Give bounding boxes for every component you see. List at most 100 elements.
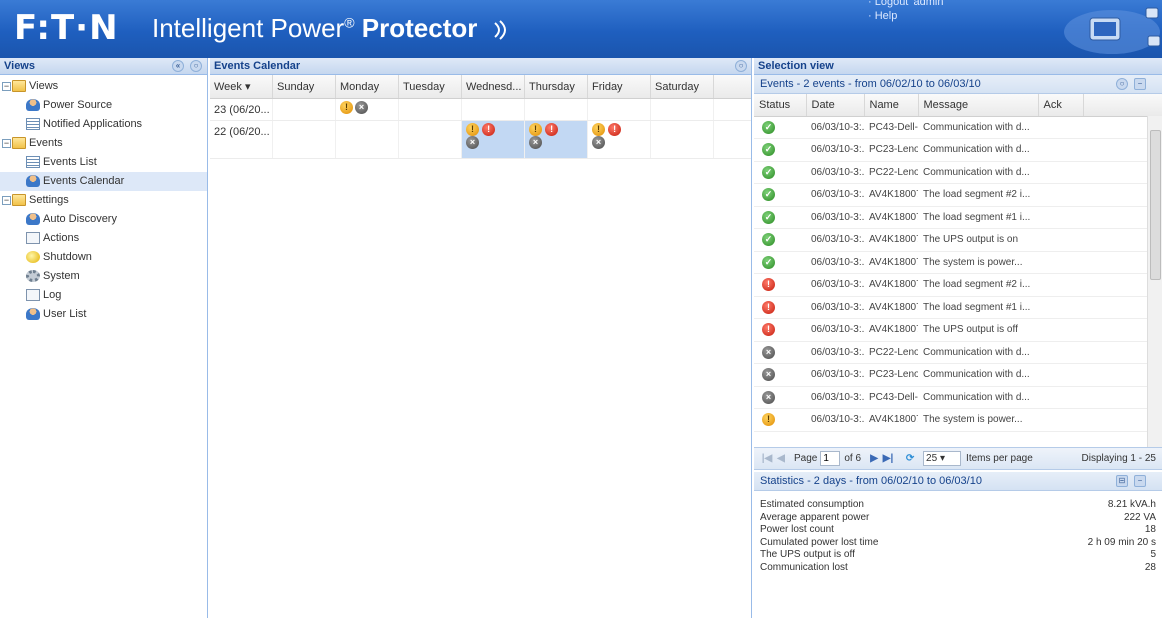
col-date-header[interactable]: Date (806, 94, 865, 117)
day-cell[interactable] (336, 121, 399, 158)
event-row[interactable]: ! 06/03/10-3:...AV4K18007The UPS output i… (754, 318, 1162, 342)
col-monday-header[interactable]: Monday (336, 75, 399, 98)
prev-page-icon[interactable]: ◀ (774, 453, 788, 464)
day-cell[interactable] (273, 99, 336, 120)
day-cell[interactable] (462, 99, 525, 120)
collapse-toggle-icon[interactable]: − (2, 196, 11, 205)
ack-cell[interactable] (1038, 183, 1083, 207)
col-wednesday-header[interactable]: Wednesd... (462, 75, 525, 98)
items-per-page-label: Items per page (966, 453, 1033, 464)
event-row[interactable]: ✓ 06/03/10-3:...PC43-Dell-S...Communicati… (754, 116, 1162, 139)
tree-node-views[interactable]: − Views (0, 77, 207, 96)
help-link[interactable]: · Help (868, 9, 946, 23)
collapse-toggle-icon[interactable]: − (2, 82, 11, 91)
last-page-icon[interactable]: ▶| (881, 453, 895, 464)
ack-cell[interactable] (1038, 273, 1083, 297)
ack-cell[interactable] (1038, 318, 1083, 342)
panel-options-icon[interactable]: ○ (735, 60, 747, 72)
col-thursday-header[interactable]: Thursday (525, 75, 588, 98)
col-status-header[interactable]: Status (754, 94, 807, 117)
tree-node-events[interactable]: − Events (0, 134, 207, 153)
ack-cell[interactable] (1038, 228, 1083, 252)
col-ack-header[interactable]: Ack (1038, 94, 1084, 117)
first-page-icon[interactable]: |◀ (760, 453, 774, 464)
critical-status-icon: ! (762, 300, 775, 314)
scroll-thumb[interactable] (1150, 130, 1161, 280)
day-cell-monday[interactable]: ! × (336, 99, 399, 120)
page-number-input[interactable] (820, 451, 841, 466)
calendar-panel-title: Events Calendar ○ (210, 58, 751, 75)
ack-cell[interactable] (1038, 408, 1083, 432)
minimize-icon[interactable]: − (1134, 475, 1146, 487)
event-row[interactable]: ! 06/03/10-3:...AV4K18007The load segment… (754, 273, 1162, 297)
day-cell-friday[interactable]: ! ! × (588, 121, 651, 158)
ack-cell[interactable] (1038, 386, 1083, 409)
page-size-select[interactable]: 25 ▾ (923, 451, 962, 466)
options-icon[interactable]: ○ (1116, 78, 1128, 90)
tree-label: Events (29, 137, 63, 149)
ack-cell[interactable] (1038, 251, 1083, 274)
day-cell[interactable] (651, 99, 714, 120)
event-row[interactable]: × 06/03/10-3:...PC23-Leno-...Communicatio… (754, 363, 1162, 387)
tree-node-settings[interactable]: − Settings (0, 191, 207, 210)
tree-item-power-source[interactable]: Power Source (0, 96, 207, 115)
tree-item-auto-discovery[interactable]: Auto Discovery (0, 210, 207, 229)
tree-item-shutdown[interactable]: Shutdown (0, 248, 207, 267)
collapse-icon[interactable]: « (172, 60, 184, 72)
next-page-icon[interactable]: ▶ (867, 453, 881, 464)
event-row[interactable]: ✓ 06/03/10-3:...AV4K18007The UPS output i… (754, 228, 1162, 252)
tree-item-system[interactable]: System (0, 267, 207, 286)
col-message-header[interactable]: Message (918, 94, 1039, 117)
collapse-toggle-icon[interactable]: − (2, 139, 11, 148)
day-cell[interactable] (588, 99, 651, 120)
col-name-header[interactable]: Name (864, 94, 919, 117)
event-row[interactable]: ✓ 06/03/10-3:...AV4K18007The load segment… (754, 183, 1162, 207)
tree-item-events-calendar[interactable]: Events Calendar (0, 172, 207, 191)
events-scrollbar[interactable] (1147, 116, 1162, 447)
tree-item-notified-applications[interactable]: Notified Applications (0, 115, 207, 134)
ack-cell[interactable] (1038, 341, 1083, 364)
col-saturday-header[interactable]: Saturday (651, 75, 714, 98)
event-row[interactable]: ! 06/03/10-3:...AV4K18007The system is po… (754, 408, 1162, 432)
event-row[interactable]: ✓ 06/03/10-3:...PC23-Leno-...Communicatio… (754, 138, 1162, 162)
stat-row: Communication lost 28 (760, 562, 1156, 575)
critical-icon: ! (482, 123, 496, 136)
calendar-week-row[interactable]: 23 (06/20... ! × (210, 99, 751, 121)
day-cell[interactable] (651, 121, 714, 158)
calendar-week-row[interactable]: 22 (06/20... ! ! × ! ! × ! ! × (210, 121, 751, 159)
ack-cell[interactable] (1038, 363, 1083, 387)
ack-cell[interactable] (1038, 138, 1083, 162)
col-friday-header[interactable]: Friday (588, 75, 651, 98)
day-cell[interactable] (399, 121, 462, 158)
ack-cell[interactable] (1038, 206, 1083, 229)
day-cell[interactable] (273, 121, 336, 158)
tree-item-actions[interactable]: Actions (0, 229, 207, 248)
header-links: · Logout 'admin' · Help (868, 0, 946, 23)
event-row[interactable]: ✓ 06/03/10-3:...PC22-Leno-...Communicatio… (754, 161, 1162, 184)
col-week-header[interactable]: Week ▾ (210, 75, 273, 98)
stat-row: Estimated consumption 8.21 kVA.h (760, 499, 1156, 512)
day-cell[interactable] (399, 99, 462, 120)
event-row[interactable]: ✓ 06/03/10-3:...AV4K18007The system is po… (754, 251, 1162, 274)
day-cell-thursday[interactable]: ! ! × (525, 121, 588, 158)
panel-options-icon[interactable]: ○ (190, 60, 202, 72)
day-cell[interactable] (525, 99, 588, 120)
event-row[interactable]: × 06/03/10-3:...PC22-Leno-...Communicatio… (754, 341, 1162, 364)
ack-cell[interactable] (1038, 116, 1083, 139)
restore-icon[interactable]: ⊟ (1116, 475, 1128, 487)
tree-item-log[interactable]: Log (0, 286, 207, 305)
minimize-icon[interactable]: − (1134, 78, 1146, 90)
event-row[interactable]: ! 06/03/10-3:...AV4K18007The load segment… (754, 296, 1162, 319)
col-sunday-header[interactable]: Sunday (273, 75, 336, 98)
tree-item-user-list[interactable]: User List (0, 305, 207, 324)
event-row[interactable]: × 06/03/10-3:...PC43-Dell-S...Communicati… (754, 386, 1162, 409)
logout-link[interactable]: · Logout 'admin' (868, 0, 946, 9)
day-cell-wednesday[interactable]: ! ! × (462, 121, 525, 158)
tree-item-events-list[interactable]: Events List (0, 153, 207, 172)
refresh-icon[interactable]: ⟳ (903, 453, 917, 464)
ack-cell[interactable] (1038, 161, 1083, 184)
col-tuesday-header[interactable]: Tuesday (399, 75, 462, 98)
event-row[interactable]: ✓ 06/03/10-3:...AV4K18007The load segment… (754, 206, 1162, 229)
stat-value: 28 (1144, 561, 1156, 573)
ack-cell[interactable] (1038, 296, 1083, 319)
